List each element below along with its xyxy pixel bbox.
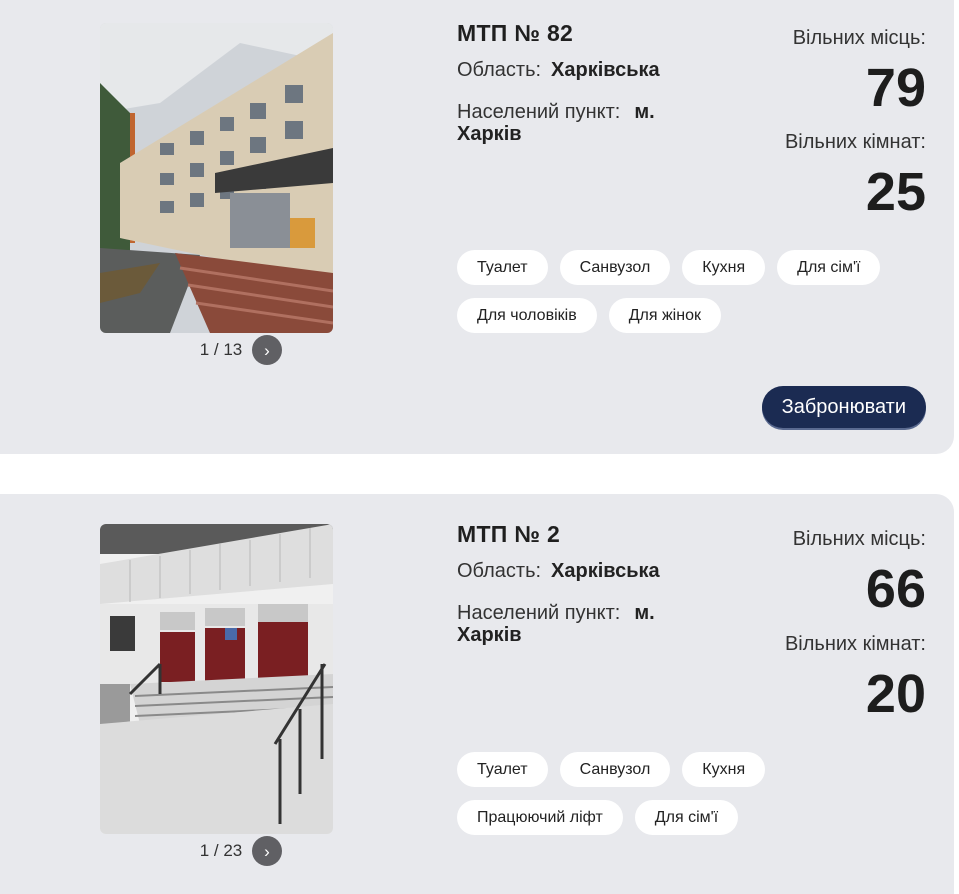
region-line: Область: Харківська [457, 560, 660, 582]
region-label: Область: [457, 59, 542, 81]
chevron-right-icon[interactable]: › [252, 836, 282, 866]
tag-kitchen: Кухня [682, 250, 766, 285]
photo-pager: 1 / 13 › [190, 335, 282, 365]
tag-men: Для чоловіків [457, 298, 597, 333]
free-rooms-label: Вільних кімнат: [784, 633, 926, 655]
tag-elevator: Працюючий ліфт [457, 800, 623, 835]
shelter-card: 1 / 13 › МТП № 82 Область: Харківська Нас… [0, 0, 954, 454]
tag-women: Для жінок [608, 298, 721, 333]
free-places-value: 79 [865, 58, 926, 118]
photo-pager: 1 / 23 › [190, 836, 282, 866]
free-rooms-value: 25 [865, 162, 926, 222]
chevron-right-icon[interactable]: › [252, 335, 282, 365]
pager-counter: 1 / 13 [199, 340, 243, 359]
shelter-title: МТП № 2 [457, 521, 561, 547]
region-label: Область: [457, 560, 542, 582]
free-rooms-label: Вільних кімнат: [784, 131, 926, 153]
settlement-line: Населений пункт: м. Харків [457, 101, 707, 145]
settlement-label: Населений пункт: [457, 602, 621, 624]
region-value: Харківська [551, 560, 660, 582]
tag-family: Для сім'ї [777, 250, 881, 285]
region-line: Область: Харківська [457, 59, 660, 81]
amenity-tags: Туалет Санвузол Кухня Працюючий ліфт Для… [457, 752, 897, 835]
book-button[interactable]: Забронювати [761, 386, 926, 428]
tag-toilet: Туалет [457, 250, 548, 285]
tag-family: Для сім'ї [634, 800, 739, 835]
shelter-photo[interactable] [100, 524, 333, 834]
settlement-label: Населений пункт: [457, 101, 621, 123]
shelter-photo[interactable] [100, 23, 333, 333]
free-rooms-value: 20 [865, 664, 926, 724]
free-places-value: 66 [865, 559, 926, 619]
tag-bathroom: Санвузол [559, 250, 671, 285]
amenity-tags: Туалет Санвузол Кухня Для сім'ї Для чоло… [457, 250, 897, 333]
tag-bathroom: Санвузол [559, 752, 671, 787]
pager-counter: 1 / 23 [199, 841, 243, 860]
free-places-label: Вільних місць: [792, 27, 926, 49]
region-value: Харківська [551, 59, 660, 81]
tag-kitchen: Кухня [682, 752, 766, 787]
shelter-title: МТП № 82 [457, 20, 574, 46]
shelter-card: 1 / 23 › МТП № 2 Область: Харківська Насе… [0, 494, 954, 894]
free-places-label: Вільних місць: [792, 528, 926, 550]
tag-toilet: Туалет [457, 752, 548, 787]
settlement-line: Населений пункт: м. Харків [457, 602, 707, 646]
